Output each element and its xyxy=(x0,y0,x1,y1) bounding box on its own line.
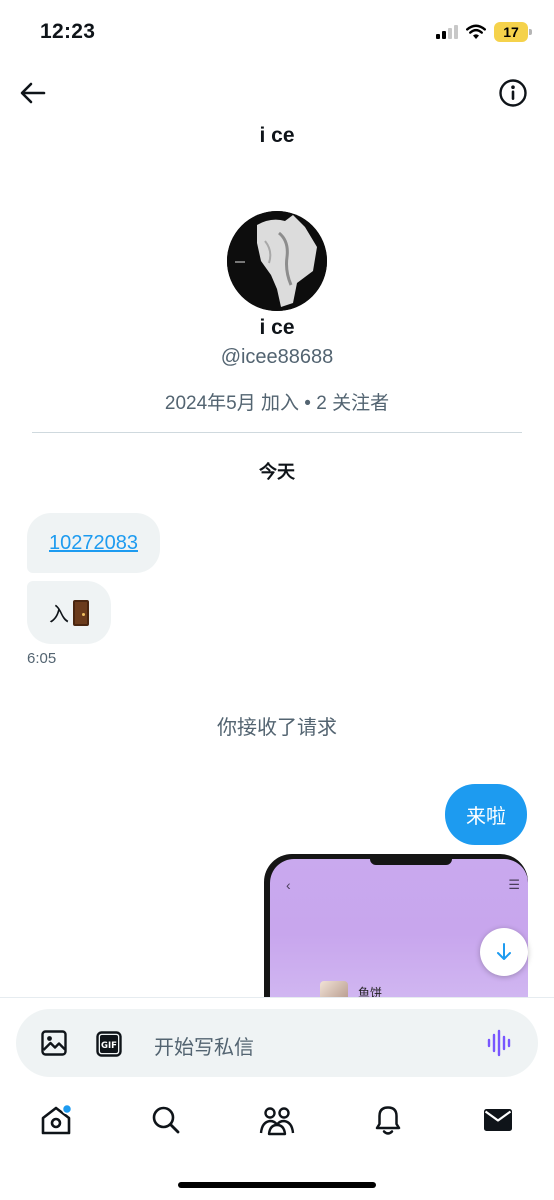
incoming-message[interactable]: 入 xyxy=(27,581,111,644)
tab-notifications[interactable] xyxy=(370,1102,406,1138)
voice-waveform-icon xyxy=(487,1029,511,1057)
envelope-icon xyxy=(484,1109,512,1131)
home-indicator xyxy=(178,1182,376,1188)
message-text: 入 xyxy=(49,604,69,626)
message-text: 来啦 xyxy=(466,806,506,828)
status-time: 12:23 xyxy=(40,20,96,43)
status-bar: 12:23 17 xyxy=(0,0,554,66)
divider xyxy=(32,432,522,433)
cellular-signal-icon xyxy=(436,25,458,39)
message-composer[interactable] xyxy=(16,1009,538,1077)
svg-text:GIF: GIF xyxy=(101,1041,117,1051)
back-button[interactable] xyxy=(16,76,50,110)
menu-icon: ☰ xyxy=(508,877,520,892)
arrow-left-icon xyxy=(20,82,46,104)
battery-icon: 17 xyxy=(494,22,532,42)
arrow-down-icon xyxy=(497,943,511,960)
profile-handle[interactable]: @icee88688 xyxy=(0,346,554,369)
attachment-notch xyxy=(370,859,452,865)
avatar[interactable] xyxy=(227,211,327,311)
battery-level: 17 xyxy=(503,24,519,40)
search-icon xyxy=(152,1106,180,1134)
message-timestamp: 6:05 xyxy=(27,650,57,667)
wifi-icon xyxy=(466,24,486,39)
image-icon xyxy=(41,1030,67,1056)
message-link[interactable]: 10272083 xyxy=(49,532,138,555)
gif-picker-button[interactable]: GIF xyxy=(96,1031,122,1057)
voice-message-button[interactable] xyxy=(486,1029,514,1057)
profile-name[interactable]: i ce xyxy=(0,316,554,340)
image-attachment[interactable]: ‹ ☰ 鱼饼 xyxy=(264,854,528,1004)
status-icons: 17 xyxy=(436,22,532,42)
conversation-info-button[interactable] xyxy=(498,78,528,108)
tab-search[interactable] xyxy=(148,1102,184,1138)
system-note: 你接收了请求 xyxy=(217,717,337,739)
message-input[interactable]: 开始写私信 xyxy=(154,1031,254,1060)
door-emoji-icon xyxy=(73,599,89,626)
gif-icon: GIF xyxy=(96,1031,122,1057)
communities-icon xyxy=(259,1107,295,1136)
outgoing-message[interactable]: 来啦 xyxy=(445,784,527,845)
scroll-to-bottom-button[interactable] xyxy=(480,928,528,976)
conversation-title: i ce xyxy=(259,124,295,147)
tab-messages[interactable] xyxy=(480,1102,516,1138)
home-icon xyxy=(41,1103,73,1135)
chevron-left-icon: ‹ xyxy=(286,877,291,893)
profile-meta: 2024年5月 加入 • 2 关注者 xyxy=(164,393,390,414)
tab-communities[interactable] xyxy=(259,1102,295,1138)
image-picker-button[interactable] xyxy=(40,1029,68,1057)
bell-icon xyxy=(375,1106,401,1135)
avatar-image xyxy=(227,211,327,311)
info-icon xyxy=(499,79,527,107)
tab-home[interactable] xyxy=(38,1102,74,1138)
day-label: 今天 xyxy=(259,462,295,482)
incoming-message[interactable]: 10272083 xyxy=(27,513,160,573)
